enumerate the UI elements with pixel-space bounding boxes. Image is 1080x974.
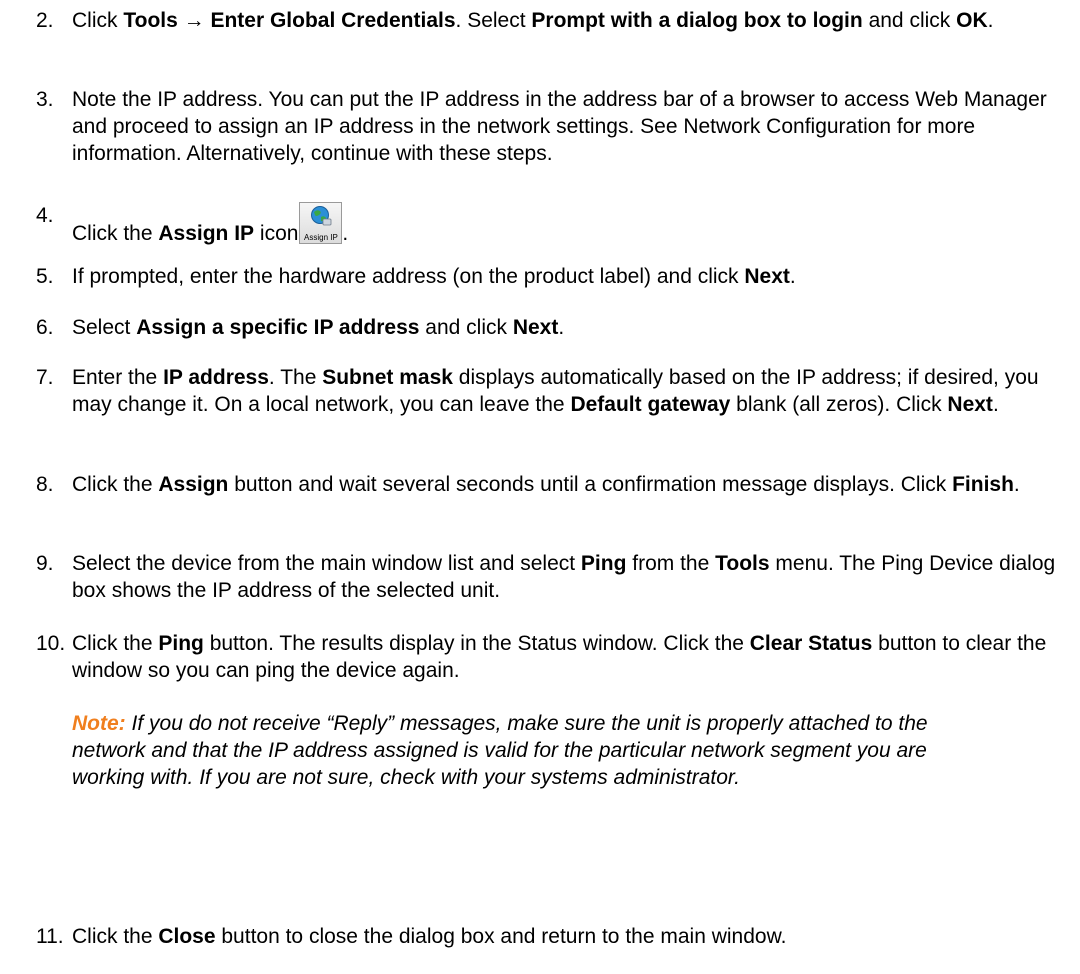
step-text-run: Click the [72,473,159,496]
step-number: 5. [36,265,54,288]
step-number: 2. [36,9,54,32]
step-text: Click the Ping button. The results displ… [72,630,1076,684]
step-text-run: button. The results display in the Statu… [203,632,750,655]
bold-term: IP address [163,366,269,389]
bold-term: Subnet mask [322,366,453,389]
step-9: 9. Select the device from the main window… [36,550,1076,604]
step-text-run: blank (all zeros). Click [730,393,948,416]
step-8: 8. Click the Assign button and wait sever… [36,471,1076,498]
step-text: Enter the IP address. The Subnet mask di… [72,364,1076,418]
step-text-run: Click [72,9,124,32]
step-text: Click the Close button to close the dial… [72,923,1076,950]
step-text-run: Select [72,316,137,339]
step-7: 7. Enter the IP address. The Subnet mask … [36,364,1076,418]
note-block: Note: If you do not receive “Reply” mess… [72,710,932,791]
bold-term: Assign [158,473,229,496]
bold-term: Tools [123,9,184,32]
bold-term: Close [158,925,216,948]
step-text-run: button and wait several seconds until a … [228,473,953,496]
bold-term: Prompt with a dialog box to login [531,9,863,32]
assign-ip-icon-label: Assign IP [304,233,338,242]
step-text-run: . [1013,473,1020,496]
step-text-run: button to close the dialog box and retur… [215,925,787,948]
step-2: 2. Click Tools → Enter Global Credentials… [36,7,1076,34]
bold-term: Assign IP [158,222,255,245]
step-text-run: . [558,316,565,339]
bold-term: OK [956,9,988,32]
bold-term: Enter Global Credentials [204,9,456,32]
arrow-right-icon: → [183,9,205,32]
assign-ip-icon: Assign IP [299,202,343,244]
step-text-run: . [342,222,349,245]
step-text-run: If prompted, enter the hardware address … [72,265,745,288]
bold-term: Next [512,316,559,339]
step-text-run: Click the [72,222,159,245]
step-text-run: Click the [72,925,159,948]
step-number: 3. [36,88,54,111]
step-number: 8. [36,473,54,496]
step-6: 6. Select Assign a specific IP address an… [36,314,1076,341]
step-text: Note the IP address. You can put the IP … [72,86,1076,167]
instructions-page: 2. Click Tools → Enter Global Credentials… [0,0,1080,974]
step-number: 7. [36,366,54,389]
bold-term: Finish [952,473,1014,496]
bold-term: Default gateway [570,393,731,416]
step-3: 3. Note the IP address. You can put the I… [36,86,1076,167]
step-5: 5. If prompted, enter the hardware addres… [36,263,1076,290]
step-text: Click the Assign IP icon Assign IP. [72,202,1076,247]
bold-term: Clear Status [749,632,873,655]
step-number: 10. [36,632,66,655]
step-number: 9. [36,552,54,575]
bold-term: Ping [580,552,627,575]
step-text-run: . [789,265,796,288]
step-text-run: icon [254,222,299,245]
step-text-run: . [992,393,999,416]
step-text-run: . The [268,366,323,389]
step-text-run: . Select [455,9,532,32]
bold-term: Ping [158,632,204,655]
step-text-run: and click [862,9,957,32]
step-text: If prompted, enter the hardware address … [72,263,1076,290]
step-number: 6. [36,316,54,339]
step-text-run: and click [419,316,513,339]
bold-term: Next [947,393,993,416]
step-text: Click Tools → Enter Global Credentials. … [72,7,1076,34]
bold-term: Tools [715,552,770,575]
step-text-run: Enter the [72,366,164,389]
step-text-run: Select the device from the main window l… [72,552,581,575]
step-10: 10. Click the Ping button. The results di… [36,630,1076,684]
step-text: Select Assign a specific IP address and … [72,314,1076,341]
bold-term: Next [744,265,790,288]
step-11: 11. Click the Close button to close the d… [36,923,1076,950]
step-text-run: Note the IP address. You can put the IP … [72,88,1047,165]
note-text: If you do not receive “Reply” messages, … [72,712,928,789]
step-text-run: . [987,9,994,32]
step-text: Select the device from the main window l… [72,550,1076,604]
step-text-run: Click the [72,632,159,655]
step-text: Click the Assign button and wait several… [72,471,1076,498]
note-label: Note: [72,712,126,735]
bold-term: Assign a specific IP address [136,316,420,339]
globe-network-icon [311,206,332,226]
step-number: 4. [36,204,54,227]
step-number: 11. [36,925,64,948]
step-4: 4. Click the Assign IP icon Assign IP. [36,202,1076,247]
step-text-run: from the [626,552,716,575]
